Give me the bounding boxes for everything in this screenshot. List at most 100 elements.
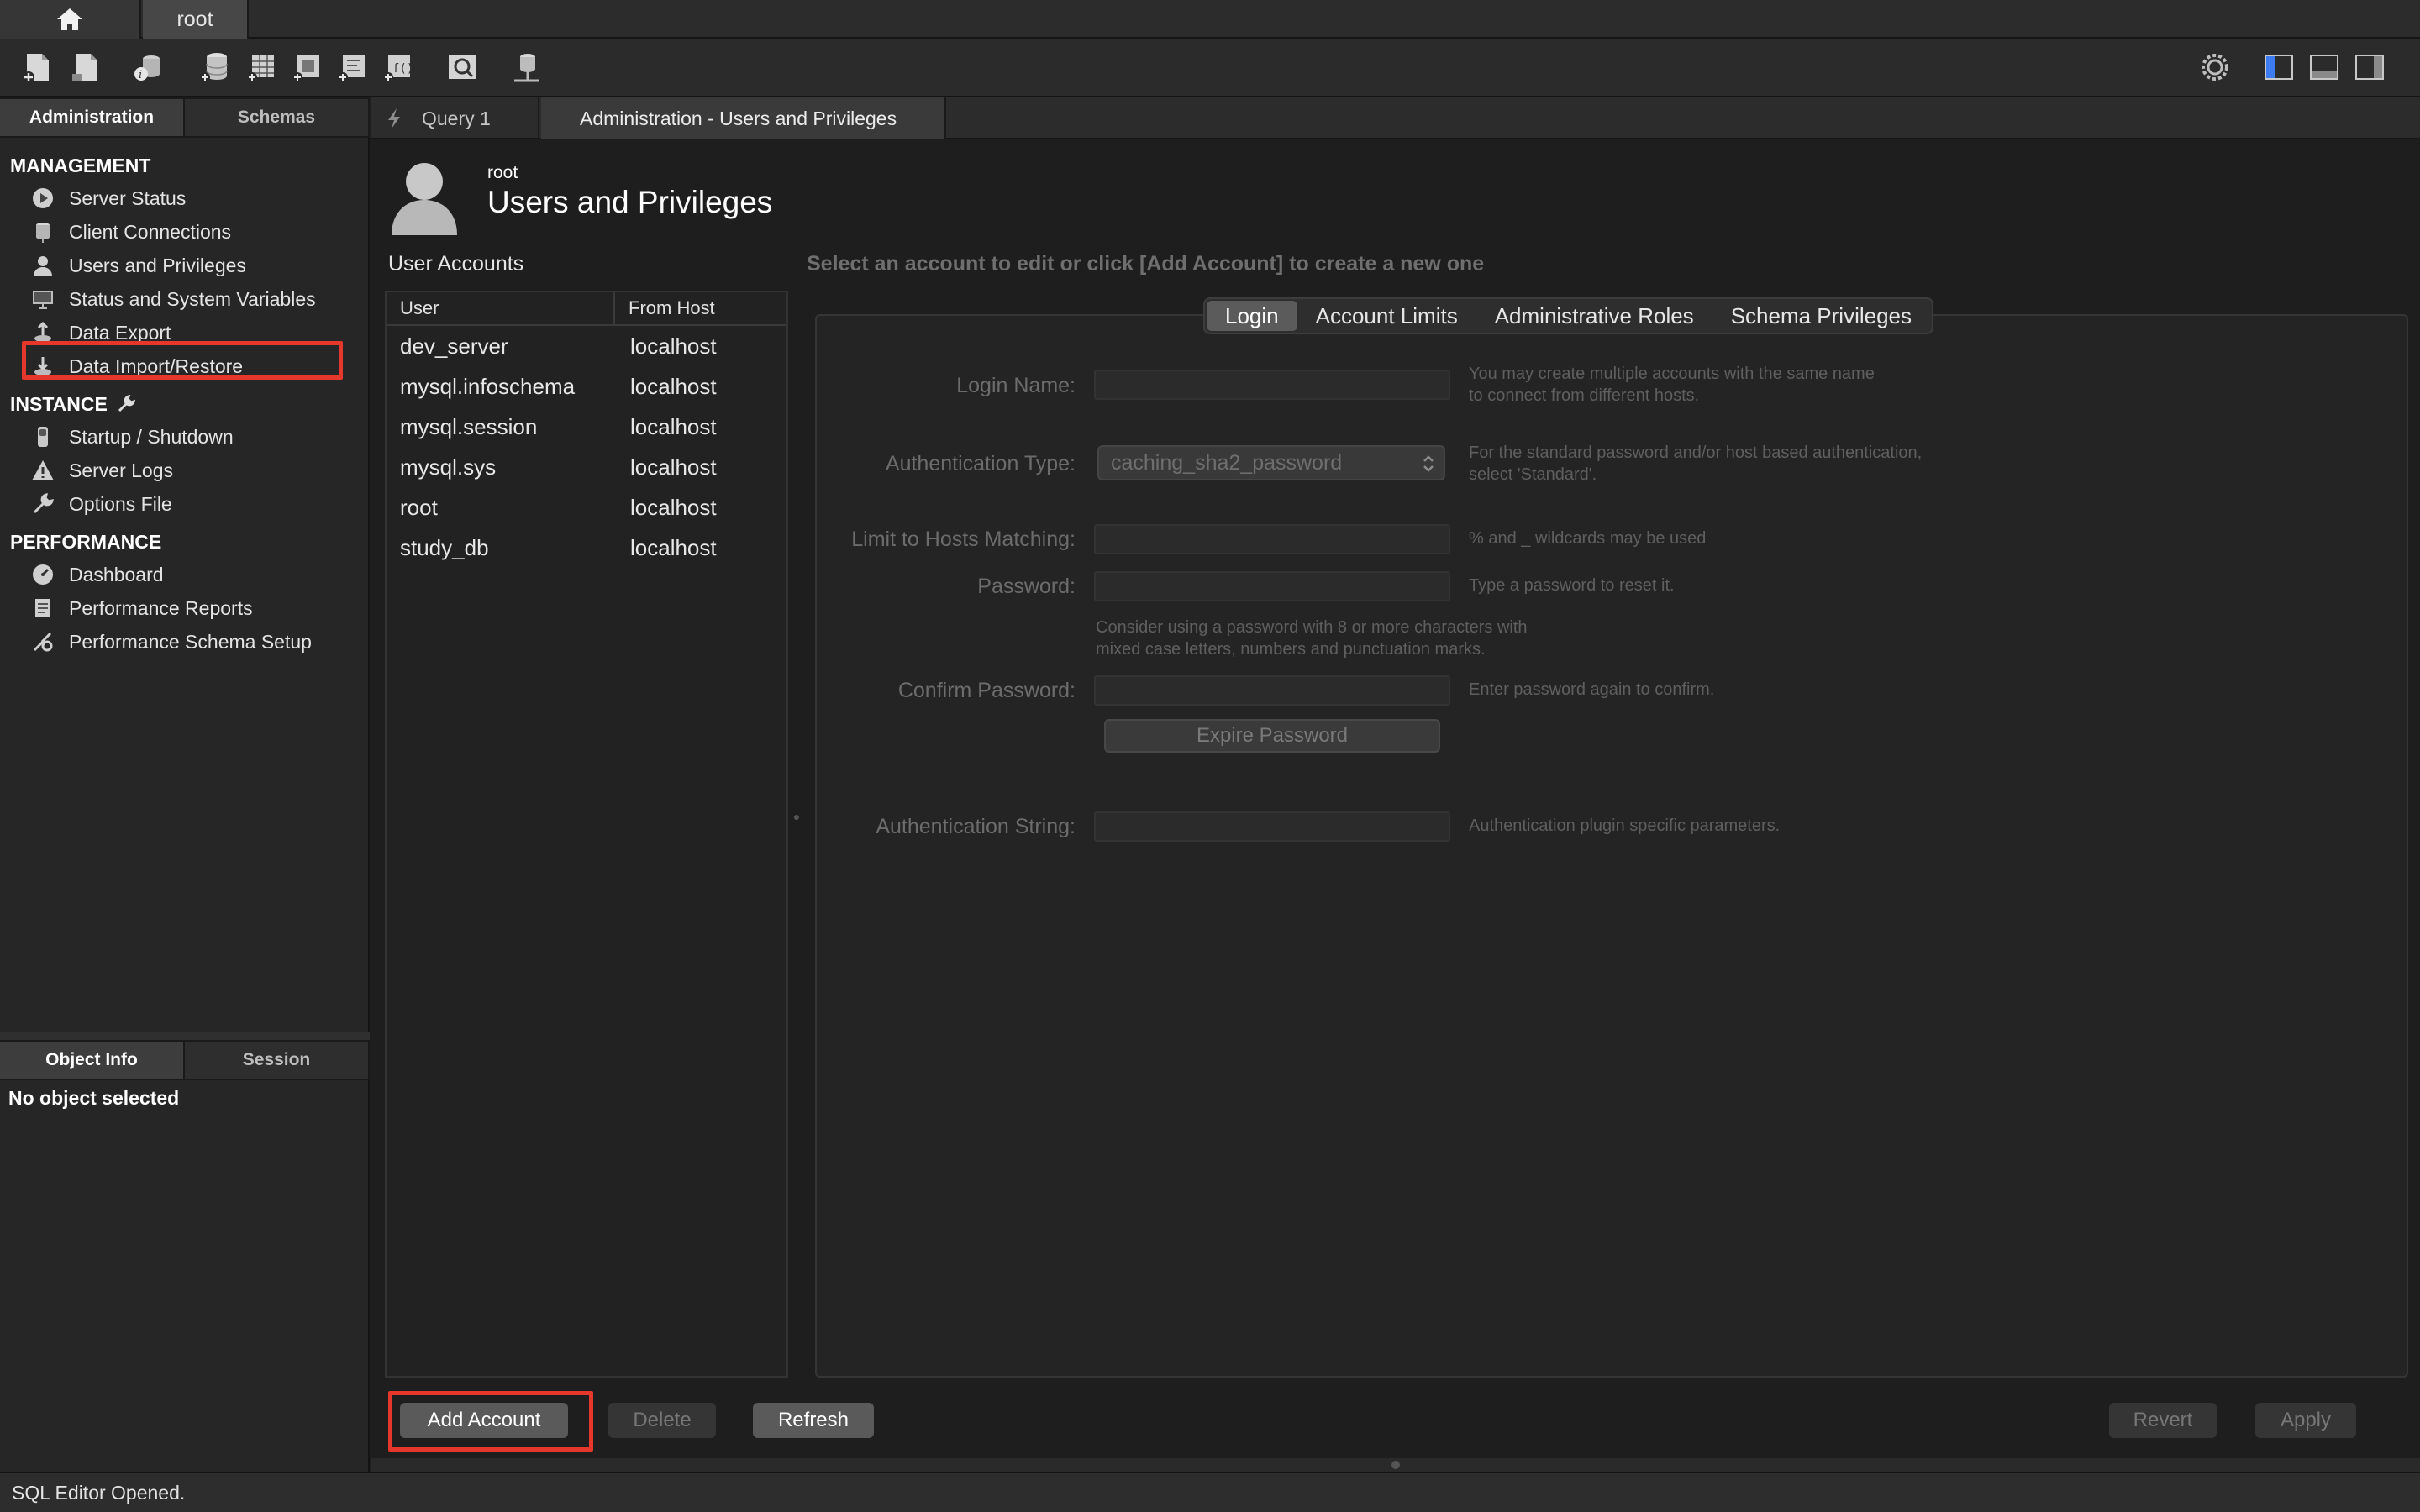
database-icon (30, 219, 55, 244)
nav-data-export[interactable]: Data Export (0, 316, 370, 349)
connection-tab-root[interactable]: root (143, 0, 249, 39)
tab-query-1[interactable]: Query 1 (371, 97, 539, 139)
nav-server-logs[interactable]: Server Logs (0, 454, 370, 487)
section-instance: INSTANCE (0, 388, 370, 420)
auth-string-field[interactable] (1094, 811, 1450, 842)
nav-client-connections[interactable]: Client Connections (0, 215, 370, 249)
revert-button[interactable]: Revert (2109, 1403, 2217, 1438)
confirm-password-help: Enter password again to confirm. (1469, 680, 1715, 699)
column-header-user[interactable]: User (387, 292, 615, 324)
output-splitter[interactable] (371, 1458, 2420, 1472)
tab-admin-users-privileges[interactable]: Administration - Users and Privileges (541, 97, 946, 139)
lightning-icon (388, 108, 400, 129)
tools-icon (30, 629, 55, 654)
settings-icon[interactable] (2196, 49, 2233, 86)
password-field[interactable] (1094, 571, 1450, 601)
add-account-button[interactable]: Add Account (400, 1403, 568, 1438)
toggle-sidebar-icon[interactable] (2260, 49, 2297, 86)
info-tabs: Object Info Session (0, 1040, 370, 1080)
expire-password-button[interactable]: Expire Password (1104, 719, 1440, 753)
table-row[interactable]: root localhost (387, 487, 786, 528)
toggle-secondary-sidebar-icon[interactable] (2351, 49, 2388, 86)
hosts-matching-label: Limit to Hosts Matching: (851, 528, 1076, 551)
document-tab-bar: Query 1 Administration - Users and Privi… (371, 97, 2420, 139)
wrench-icon (118, 394, 135, 412)
nav-performance-schema-setup[interactable]: Performance Schema Setup (0, 625, 370, 659)
section-management: MANAGEMENT (10, 155, 151, 176)
open-sql-script-icon[interactable] (67, 49, 104, 86)
user-accounts-label: User Accounts (388, 252, 524, 276)
user-icon (30, 253, 55, 278)
search-table-data-icon[interactable] (444, 49, 481, 86)
inspector-icon[interactable]: i (129, 49, 166, 86)
selection-hint: Select an account to edit or click [Add … (807, 252, 1485, 276)
gauge-icon (30, 562, 55, 587)
nav-dashboard[interactable]: Dashboard (0, 558, 370, 591)
status-text: SQL Editor Opened. (12, 1481, 186, 1504)
login-name-field[interactable] (1094, 370, 1450, 400)
auth-string-label: Authentication String: (876, 815, 1076, 838)
users-privileges-panel: root Users and Privileges User Accounts … (371, 139, 2420, 1472)
new-sql-tab-icon[interactable] (18, 49, 55, 86)
sidebar-splitter[interactable] (0, 1032, 370, 1040)
apply-button[interactable]: Apply (2255, 1403, 2356, 1438)
tab-administrative-roles[interactable]: Administrative Roles (1476, 301, 1712, 331)
auth-type-select[interactable]: caching_sha2_password (1097, 445, 1445, 480)
play-icon (30, 186, 55, 211)
create-schema-icon[interactable] (195, 49, 232, 86)
user-avatar-icon (387, 156, 462, 237)
home-icon (57, 8, 82, 30)
create-view-icon[interactable] (287, 49, 324, 86)
table-row[interactable]: study_db localhost (387, 528, 786, 568)
nav-performance-reports[interactable]: Performance Reports (0, 591, 370, 625)
hosts-matching-field[interactable] (1094, 524, 1450, 554)
select-arrows-icon (1423, 455, 1434, 472)
table-row[interactable]: mysql.sys localhost (387, 447, 786, 487)
create-procedure-icon[interactable] (333, 49, 370, 86)
status-bar: SQL Editor Opened. (0, 1472, 2420, 1512)
reconnect-icon[interactable] (508, 49, 544, 86)
main-toolbar: i f() (0, 39, 2420, 97)
tab-schema-privileges[interactable]: Schema Privileges (1712, 301, 1930, 331)
power-switch-icon (30, 424, 55, 449)
password-help: Type a password to reset it. (1469, 576, 1675, 595)
svg-text:f(): f() (392, 62, 413, 76)
page-subtitle: root (487, 163, 518, 182)
auth-type-label: Authentication Type: (885, 452, 1076, 475)
wrench-icon (30, 491, 55, 517)
nav-server-status[interactable]: Server Status (0, 181, 370, 215)
create-table-icon[interactable] (242, 49, 279, 86)
home-tab[interactable] (0, 0, 141, 39)
nav-options-file[interactable]: Options File (0, 487, 370, 521)
splitter-handle[interactable] (1392, 1461, 1400, 1469)
tab-account-limits[interactable]: Account Limits (1297, 301, 1476, 331)
warning-icon (30, 458, 55, 483)
table-row[interactable]: dev_server localhost (387, 326, 786, 366)
confirm-password-label: Confirm Password: (897, 679, 1076, 702)
tab-administration[interactable]: Administration (0, 99, 185, 136)
report-icon (30, 596, 55, 621)
delete-button[interactable]: Delete (608, 1403, 716, 1438)
table-header: User From Host (387, 292, 786, 326)
navigator-sidebar: Administration Schemas MANAGEMENT Server… (0, 97, 370, 1472)
nav-status-system-variables[interactable]: Status and System Variables (0, 282, 370, 316)
table-row[interactable]: mysql.session localhost (387, 407, 786, 447)
password-note: Consider using a password with 8 or more… (1096, 618, 1528, 659)
tab-session[interactable]: Session (185, 1042, 370, 1079)
password-label: Password: (977, 575, 1076, 598)
nav-data-import-restore[interactable]: Data Import/Restore (0, 349, 370, 383)
confirm-password-field[interactable] (1094, 675, 1450, 706)
auth-string-help: Authentication plugin specific parameter… (1469, 816, 1781, 835)
table-row[interactable]: mysql.infoschema localhost (387, 366, 786, 407)
nav-startup-shutdown[interactable]: Startup / Shutdown (0, 420, 370, 454)
tab-object-info[interactable]: Object Info (0, 1042, 185, 1079)
tab-schemas[interactable]: Schemas (185, 99, 370, 136)
auth-type-help: For the standard password and/or host ba… (1469, 444, 1923, 484)
refresh-button[interactable]: Refresh (753, 1403, 874, 1438)
login-name-label: Login Name: (956, 374, 1076, 397)
create-function-icon[interactable]: f() (378, 49, 415, 86)
column-header-from-host[interactable]: From Host (615, 292, 715, 324)
tab-login[interactable]: Login (1207, 301, 1297, 331)
toggle-output-icon[interactable] (2306, 49, 2343, 86)
nav-users-and-privileges[interactable]: Users and Privileges (0, 249, 370, 282)
